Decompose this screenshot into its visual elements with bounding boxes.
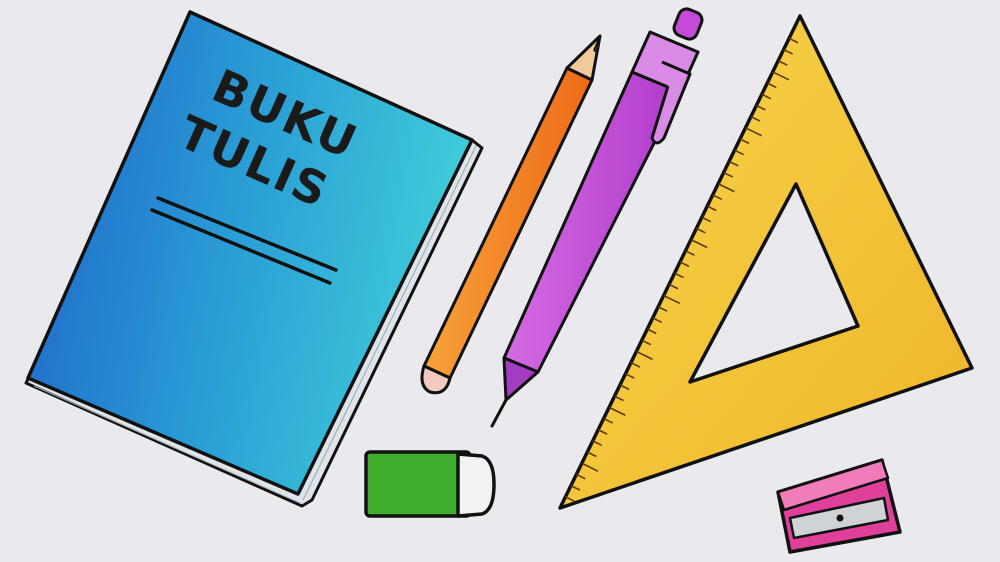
stationery-drawing: BUKU TULIS xyxy=(0,0,1000,562)
eraser-sleeve xyxy=(456,452,496,518)
sharpener-screw xyxy=(836,514,844,522)
eraser-body xyxy=(364,450,472,518)
eraser xyxy=(364,450,496,518)
